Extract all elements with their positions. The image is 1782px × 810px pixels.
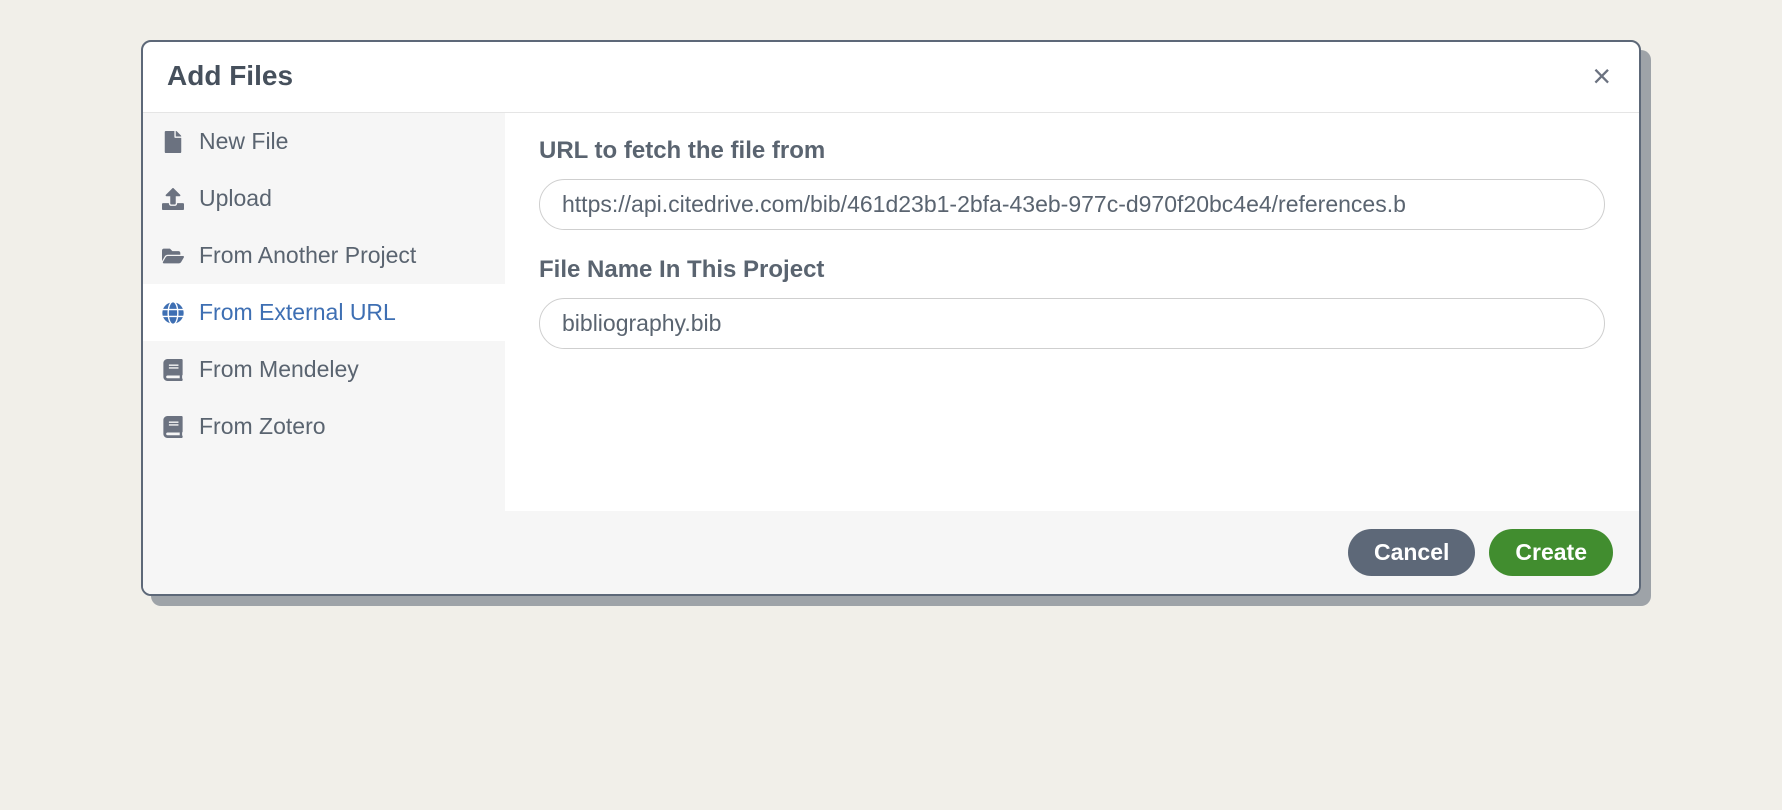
folder-open-icon <box>161 244 185 268</box>
sidebar-item-label: New File <box>199 128 288 155</box>
sidebar-item-label: Upload <box>199 185 272 212</box>
create-button[interactable]: Create <box>1489 529 1613 576</box>
close-icon: × <box>1592 58 1611 94</box>
sidebar-item-label: From External URL <box>199 299 396 326</box>
filename-label: File Name In This Project <box>539 256 1605 284</box>
modal-body: New File Upload From Another Project Fro… <box>143 113 1639 511</box>
book-icon <box>161 415 185 439</box>
sidebar-item-mendeley[interactable]: From Mendeley <box>143 341 505 398</box>
close-button[interactable]: × <box>1588 60 1615 92</box>
url-label: URL to fetch the file from <box>539 137 1605 165</box>
globe-icon <box>161 301 185 325</box>
filename-input[interactable] <box>539 298 1605 349</box>
sidebar-item-label: From Zotero <box>199 413 326 440</box>
modal-title: Add Files <box>167 60 293 92</box>
sidebar-item-external-url[interactable]: From External URL <box>143 284 505 341</box>
sidebar: New File Upload From Another Project Fro… <box>143 113 505 511</box>
sidebar-item-another-project[interactable]: From Another Project <box>143 227 505 284</box>
sidebar-item-zotero[interactable]: From Zotero <box>143 398 505 455</box>
modal-header: Add Files × <box>143 42 1639 113</box>
content-panel: URL to fetch the file from File Name In … <box>505 113 1639 511</box>
sidebar-item-label: From Mendeley <box>199 356 359 383</box>
sidebar-item-upload[interactable]: Upload <box>143 170 505 227</box>
add-files-modal: Add Files × New File Upload <box>141 40 1641 596</box>
modal-footer: Cancel Create <box>143 511 1639 594</box>
url-input[interactable] <box>539 179 1605 230</box>
url-form-group: URL to fetch the file from <box>539 137 1605 230</box>
filename-form-group: File Name In This Project <box>539 256 1605 349</box>
book-icon <box>161 358 185 382</box>
sidebar-item-new-file[interactable]: New File <box>143 113 505 170</box>
cancel-button[interactable]: Cancel <box>1348 529 1475 576</box>
upload-icon <box>161 187 185 211</box>
file-icon <box>161 130 185 154</box>
sidebar-item-label: From Another Project <box>199 242 416 269</box>
